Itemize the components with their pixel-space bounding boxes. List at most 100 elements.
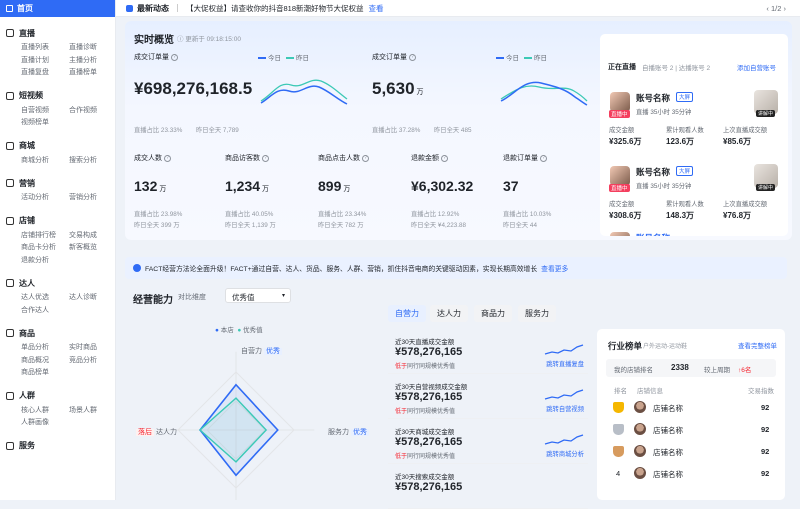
live-tabs[interactable]: 自播账号 2 | 达播账号 2 bbox=[642, 62, 710, 72]
help-icon[interactable]: ? bbox=[362, 154, 369, 162]
live-account-card[interactable]: 直播中 账号名称 大屏 直播 35小时 35分钟 讲解中 成交金额 ¥308.6万 累计观看人… bbox=[608, 156, 783, 226]
live-stat-label: 累计观看人数 bbox=[666, 201, 704, 208]
radar-chart bbox=[157, 351, 315, 500]
sidebar-item[interactable]: 交易构成 bbox=[69, 230, 117, 243]
sidebar-item[interactable]: 直播榜单 bbox=[69, 67, 117, 80]
sidebar-item[interactable]: 合作视频 bbox=[69, 105, 117, 118]
nav-group-header[interactable]: 人群 bbox=[6, 390, 115, 402]
sidebar-item[interactable]: 商品卡分析 bbox=[21, 242, 69, 255]
sidebar-item[interactable]: 营销分析 bbox=[69, 192, 117, 205]
live-account-card[interactable]: 直播中 账号名称 大屏 直播 35小时 35分钟 讲解中 成交金额 ¥325.6万 累计观看人… bbox=[608, 82, 783, 152]
chart-legend: 今日 昨日 bbox=[491, 52, 547, 62]
live-account-card[interactable]: 账号名称 bbox=[608, 232, 783, 236]
live-stat-label: 成交金额 bbox=[609, 127, 635, 134]
news-pager[interactable]: ‹ 1/2 › bbox=[766, 4, 786, 13]
big-screen-tag[interactable]: 大屏 bbox=[676, 166, 694, 176]
sidebar-item[interactable]: 活动分析 bbox=[21, 192, 69, 205]
nav-group-header[interactable]: 短视频 bbox=[6, 90, 115, 102]
store-trade-index: 92 bbox=[761, 425, 770, 434]
store-avatar bbox=[634, 423, 646, 435]
store-name: 店铺名称 bbox=[653, 426, 683, 435]
banner-link[interactable]: 查看更多 bbox=[541, 263, 568, 273]
sidebar-item[interactable]: 店铺排行榜 bbox=[21, 230, 69, 243]
metric-share: 直播占比 40.05% bbox=[225, 211, 274, 218]
full-rank-link[interactable]: 查看完整榜单 bbox=[738, 340, 777, 350]
help-icon[interactable]: ? bbox=[262, 154, 269, 162]
sidebar-item[interactable]: 直播诊断 bbox=[69, 42, 117, 55]
sidebar-item[interactable]: 合作达人 bbox=[21, 305, 69, 318]
metric-share: 直播占比 23.98% bbox=[134, 211, 183, 218]
sidebar-item[interactable]: 主播分析 bbox=[69, 55, 117, 68]
sidebar-item[interactable]: 直播计划 bbox=[21, 55, 69, 68]
rank-row[interactable]: 4 店铺名称 92 bbox=[597, 463, 785, 485]
metric-value: ¥6,302.32 bbox=[411, 178, 474, 194]
nav-group-header[interactable]: 达人 bbox=[6, 277, 115, 289]
live-badge: 直播中 bbox=[609, 110, 630, 118]
rank-header-rank: 排名 bbox=[614, 388, 627, 395]
ability-metric-card[interactable]: 近30天搜索成交金额 ¥578,276,165 bbox=[388, 465, 588, 509]
ability-tab[interactable]: 服务力 bbox=[518, 305, 556, 322]
metric-value: 1,234 万 bbox=[225, 178, 270, 194]
news-view-link[interactable]: 查看 bbox=[369, 3, 384, 14]
nav-group-header[interactable]: 商品 bbox=[6, 327, 115, 339]
sidebar-item[interactable]: 实时商品 bbox=[69, 342, 117, 355]
ability-tab[interactable]: 达人力 bbox=[430, 305, 468, 322]
store-trade-index: 92 bbox=[761, 447, 770, 456]
store-avatar bbox=[634, 401, 646, 413]
sidebar-item[interactable]: 达人诊断 bbox=[69, 292, 117, 305]
ability-metric-card[interactable]: 近30天商城成交金额 ¥578,276,165 低于同行同规模优秀值 跳转商城分析 bbox=[388, 420, 588, 464]
sidebar-item[interactable]: 商品榜单 bbox=[21, 367, 69, 380]
ability-metric-card[interactable]: 近30天直播成交金额 ¥578,276,165 低于同行同规模优秀值 跳转直播复盘 bbox=[388, 330, 588, 374]
rank-row[interactable]: 店铺名称 92 bbox=[597, 419, 785, 441]
sidebar-item[interactable]: 商城分析 bbox=[21, 155, 69, 168]
ability-tab[interactable]: 商品力 bbox=[474, 305, 512, 322]
sidebar-item[interactable]: 新客概览 bbox=[69, 242, 117, 255]
help-icon[interactable]: ? bbox=[441, 154, 448, 162]
nav-group-header[interactable]: 店铺 bbox=[6, 215, 115, 227]
metric-yesterday: 昨日全天 44 bbox=[503, 222, 537, 229]
sidebar-item[interactable]: 核心人群 bbox=[21, 405, 69, 418]
nav-group-header[interactable]: 直播 bbox=[6, 27, 115, 39]
sidebar-item[interactable]: 人群画像 bbox=[21, 417, 69, 430]
help-icon[interactable]: ? bbox=[164, 154, 171, 162]
sidebar-item[interactable]: 单品分析 bbox=[21, 342, 69, 355]
compare-select[interactable]: 优秀值 ▾ bbox=[225, 288, 291, 303]
sidebar-item[interactable]: 退款分析 bbox=[21, 255, 69, 268]
rank-row[interactable]: 店铺名称 92 bbox=[597, 397, 785, 419]
avatar bbox=[610, 232, 630, 236]
sidebar-item-home[interactable]: 首页 bbox=[0, 0, 115, 17]
sidebar-item[interactable]: 直播列表 bbox=[21, 42, 69, 55]
news-title: 最新动态 bbox=[137, 3, 169, 13]
ability-metric-card[interactable]: 近30天自营视频成交金额 ¥578,276,165 低于同行同规模优秀值 跳转自营视频 bbox=[388, 375, 588, 419]
sidebar-item[interactable]: 视频榜单 bbox=[21, 117, 69, 130]
metric-label: 商品点击人数? bbox=[318, 153, 369, 163]
sidebar-item[interactable]: 商品概况 bbox=[21, 355, 69, 368]
sidebar-item[interactable]: 自营视频 bbox=[21, 105, 69, 118]
store-name: 店铺名称 bbox=[653, 448, 683, 457]
sidebar-item[interactable]: 场景人群 bbox=[69, 405, 117, 418]
sidebar-item[interactable]: 搜索分析 bbox=[69, 155, 117, 168]
rank-row[interactable]: 店铺名称 92 bbox=[597, 441, 785, 463]
big-screen-tag[interactable]: 大屏 bbox=[676, 92, 694, 102]
bell-icon bbox=[126, 4, 133, 12]
sidebar-item[interactable]: 达人优选 bbox=[21, 292, 69, 305]
live-duration: 直播 35小时 35分钟 bbox=[636, 183, 692, 190]
nav-group-icon bbox=[6, 279, 14, 287]
nav-group-title: 店铺 bbox=[19, 216, 35, 225]
sidebar-item[interactable]: 直播复盘 bbox=[21, 67, 69, 80]
add-account-link[interactable]: 添加自营账号 bbox=[737, 62, 776, 72]
nav-group-header[interactable]: 商城 bbox=[6, 140, 115, 152]
metric-card-value: ¥578,276,165 bbox=[395, 391, 463, 403]
orders-live-share: 直播占比 37.28% bbox=[372, 127, 421, 134]
nav-group-header[interactable]: 营销 bbox=[6, 177, 115, 189]
radar-axis-left: 落后 达人力 bbox=[136, 429, 177, 436]
ability-tab[interactable]: 自营力 bbox=[388, 305, 426, 322]
help-icon[interactable]: ? bbox=[540, 154, 547, 162]
nav-group-header[interactable]: 服务 bbox=[6, 440, 115, 452]
metric-card-link[interactable]: 跳转商城分析 bbox=[546, 449, 584, 458]
metric-card-link[interactable]: 跳转直播复盘 bbox=[546, 359, 584, 368]
news-message[interactable]: 【大促权益】请查收你的抖音818新潮好物节大促权益 bbox=[186, 3, 364, 14]
sidebar-item[interactable]: 竞品分析 bbox=[69, 355, 117, 368]
metric-card-link[interactable]: 跳转自营视频 bbox=[546, 404, 584, 413]
live-stat-label: 累计观看人数 bbox=[666, 127, 704, 134]
